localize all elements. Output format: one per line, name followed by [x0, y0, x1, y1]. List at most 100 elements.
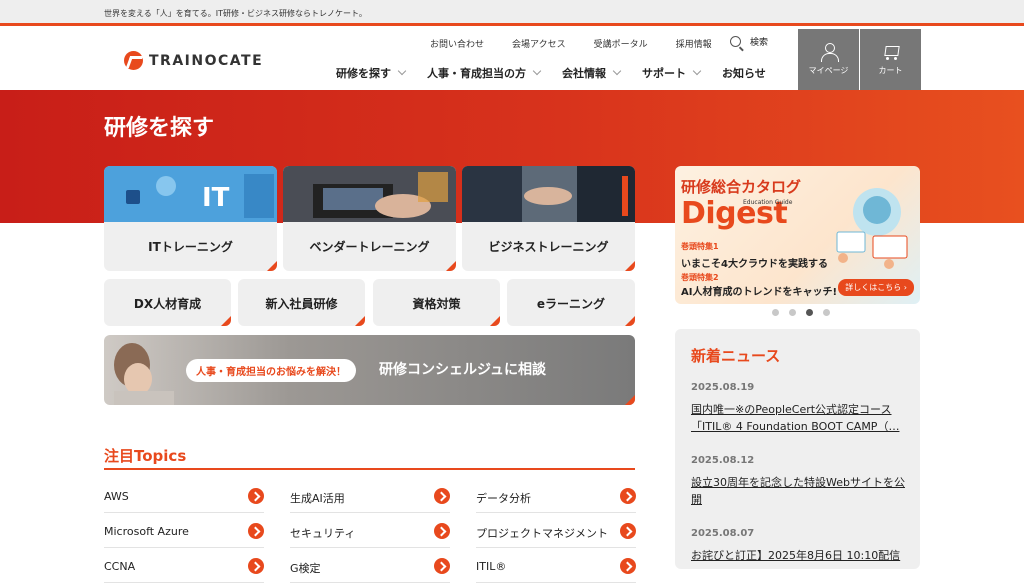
nav-label: お知らせ — [722, 67, 766, 80]
card-label: DX人材育成 — [133, 297, 202, 311]
topic-label: Microsoft Azure — [104, 525, 189, 538]
nav-item-support[interactable]: サポート — [642, 65, 702, 81]
card-elearning[interactable]: eラーニング — [507, 279, 635, 326]
mypage-button[interactable]: マイページ — [798, 29, 859, 90]
util-link-recruit[interactable]: 採用情報 — [676, 37, 712, 50]
carousel-dot-active[interactable] — [806, 309, 813, 316]
card-it-training[interactable]: IT ITトレーニング — [104, 166, 277, 271]
topic-aws[interactable]: AWS — [104, 479, 264, 513]
topic-azure[interactable]: Microsoft Azure — [104, 514, 264, 548]
topic-label: 生成AI活用 — [290, 492, 345, 505]
cart-button[interactable]: カート — [860, 29, 921, 90]
catalog-illustration — [836, 188, 908, 269]
it-training-image: IT — [104, 166, 277, 222]
news-panel: 新着ニュース 2025.08.19 国内唯一※のPeopleCert公式認定コー… — [675, 329, 920, 569]
concierge-text: 研修コンシェルジュに相談 — [379, 362, 547, 378]
banner-cta-button[interactable]: 詳しくはこちら › — [838, 279, 914, 296]
topic-g-kentei[interactable]: G検定 — [290, 549, 450, 583]
topic-itil[interactable]: ITIL® — [476, 549, 636, 583]
card-new-employee[interactable]: 新入社員研修 — [238, 279, 365, 326]
topic-ccna[interactable]: CCNA — [104, 549, 264, 583]
svg-text:IT: IT — [202, 183, 230, 213]
tagline: 世界を変える「人」を育てる。IT研修・ビジネス研修ならトレノケート。 — [104, 9, 367, 18]
topic-label: ITIL® — [476, 560, 507, 573]
site-header: TRAINOCATE お問い合わせ 会場アクセス 受講ポータル 採用情報 検索 … — [0, 29, 1024, 90]
topic-security[interactable]: セキュリティ — [290, 514, 450, 548]
card-label: ベンダートレーニング — [309, 240, 430, 254]
logo-text: TRAINOCATE — [149, 52, 264, 69]
news-link[interactable]: 設立30周年を記念した特設Webサイトを公開 — [691, 474, 906, 508]
arrow-right-icon — [434, 523, 450, 539]
card-vendor-training[interactable]: ベンダートレーニング — [283, 166, 456, 271]
chevron-down-icon — [612, 66, 622, 76]
user-icon — [820, 43, 839, 62]
corner-accent — [490, 316, 500, 326]
chevron-down-icon — [692, 66, 702, 76]
topic-data-analysis[interactable]: データ分析 — [476, 479, 636, 513]
util-link-contact[interactable]: お問い合わせ — [430, 37, 484, 50]
card-label: 資格対策 — [412, 297, 461, 311]
arrow-right-icon — [248, 488, 264, 504]
topic-label: G検定 — [290, 562, 321, 575]
corner-accent — [446, 261, 456, 271]
nav-label: 研修を探す — [336, 67, 391, 80]
nav-item-news[interactable]: お知らせ — [722, 65, 766, 81]
vendor-training-image — [283, 166, 456, 222]
topic-label: CCNA — [104, 560, 136, 573]
topic-label: データ分析 — [476, 492, 531, 505]
carousel-dots — [772, 309, 830, 316]
card-dx[interactable]: DX人材育成 — [104, 279, 231, 326]
catalog-banner[interactable]: 研修総合カタログ Digest Education Guide 巻頭特集1 いま… — [675, 166, 920, 304]
topic-label: プロジェクトマネジメント — [476, 527, 608, 540]
topic-label: AWS — [104, 490, 129, 503]
corner-accent — [625, 316, 635, 326]
feature2-text: AI人材育成のトレンドをキャッチ! — [681, 287, 838, 298]
chevron-down-icon — [532, 66, 542, 76]
arrow-right-icon — [248, 558, 264, 574]
topics-title: 注目Topics — [104, 447, 187, 465]
news-title: 新着ニュース — [691, 347, 781, 365]
carousel-dot[interactable] — [789, 309, 796, 316]
util-link-portal[interactable]: 受講ポータル — [594, 37, 648, 50]
search-link[interactable]: 検索 — [730, 35, 768, 48]
arrow-right-icon — [248, 523, 264, 539]
main-nav: 研修を探す 人事・育成担当の方 会社情報 サポート お知らせ — [336, 65, 788, 81]
card-label: ITトレーニング — [148, 240, 233, 254]
concierge-banner[interactable]: 人事・育成担当のお悩みを解決！ 研修コンシェルジュに相談 — [104, 335, 635, 405]
news-date: 2025.08.12 — [691, 455, 755, 466]
nav-item-hr[interactable]: 人事・育成担当の方 — [427, 65, 542, 81]
banner-headline: 研修総合カタログ — [681, 178, 802, 196]
nav-label: 会社情報 — [562, 67, 606, 80]
logo[interactable]: TRAINOCATE — [124, 51, 263, 70]
util-link-access[interactable]: 会場アクセス — [512, 37, 566, 50]
page-title: 研修を探す — [104, 116, 215, 141]
corner-accent — [221, 316, 231, 326]
cart-icon — [882, 43, 900, 61]
top-strip: 世界を変える「人」を育てる。IT研修・ビジネス研修ならトレノケート。 — [0, 0, 1024, 26]
card-label: eラーニング — [536, 297, 606, 311]
topic-genai[interactable]: 生成AI活用 — [290, 479, 450, 513]
news-link[interactable]: お詫びと訂正】2025年8月6日 10:10配信 — [691, 547, 906, 564]
corner-accent — [625, 395, 635, 405]
card-certification[interactable]: 資格対策 — [373, 279, 500, 326]
cart-label: カート — [878, 66, 903, 75]
nav-item-company[interactable]: 会社情報 — [562, 65, 622, 81]
feature1-text: いまこそ4大クラウドを実践する — [681, 259, 828, 270]
card-label: 新入社員研修 — [265, 297, 338, 311]
news-date: 2025.08.07 — [691, 528, 755, 539]
topic-label: セキュリティ — [290, 527, 356, 540]
chevron-down-icon — [397, 66, 407, 76]
nav-item-find-training[interactable]: 研修を探す — [336, 65, 407, 81]
arrow-right-icon — [620, 488, 636, 504]
corner-accent — [625, 261, 635, 271]
concierge-badge: 人事・育成担当のお悩みを解決！ — [186, 359, 356, 382]
business-training-image — [462, 166, 635, 222]
banner-subtitle: Education Guide — [743, 199, 793, 206]
topic-pm[interactable]: プロジェクトマネジメント — [476, 514, 636, 548]
logo-icon — [124, 51, 143, 70]
search-icon — [730, 36, 741, 47]
carousel-dot[interactable] — [823, 309, 830, 316]
carousel-dot[interactable] — [772, 309, 779, 316]
news-link[interactable]: 国内唯一※のPeopleCert公式認定コース「ITIL® 4 Foundati… — [691, 401, 906, 435]
card-business-training[interactable]: ビジネストレーニング — [462, 166, 635, 271]
